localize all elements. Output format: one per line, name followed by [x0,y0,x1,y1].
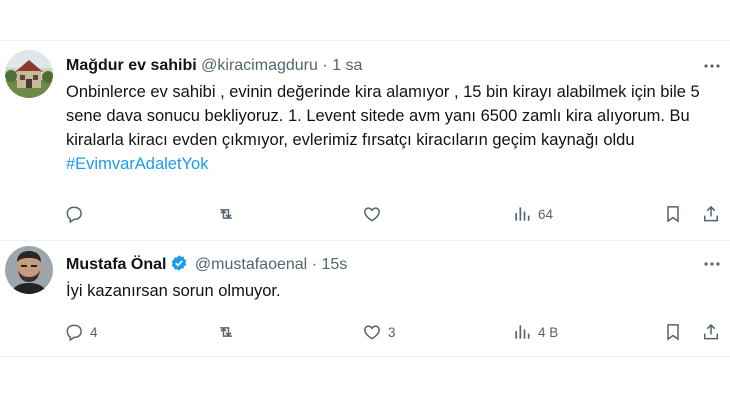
reply-icon [66,206,82,224]
verified-badge-icon [170,254,188,278]
views-icon [515,207,530,221]
more-icon[interactable] [702,56,722,76]
house-photo-avatar [5,50,53,98]
share-icon [704,205,718,222]
user-handle[interactable]: @mustafaoenal [195,256,307,273]
like-button[interactable] [362,202,388,226]
view-count: 4 B [538,324,559,340]
tweet-text: İyi kazanırsan sorun olmuyor. [66,279,716,303]
avatar[interactable] [5,246,53,294]
views-button[interactable]: 4 B [512,320,558,344]
bottom-separator [0,356,730,357]
bookmark-icon [667,206,679,223]
like-count: 3 [388,324,396,340]
separator-dot: · [322,57,328,74]
view-count: 64 [538,206,554,222]
display-name[interactable]: Mağdur ev sahibi [66,57,197,74]
reply-count: 4 [90,324,98,340]
retweet-button[interactable] [216,320,242,344]
user-handle[interactable]: @kiracimagduru [201,57,318,74]
action-bar: 64 [0,202,730,226]
bookmark-button[interactable] [663,320,683,344]
tweet-header: Mağdur ev sahibi @kiracimagduru · 1 sa [66,56,362,76]
share-button[interactable] [701,320,721,344]
share-icon [704,323,718,340]
tweet-text: Onbinlerce ev sahibi , evinin değerinde … [66,80,716,176]
retweet-icon [220,209,232,219]
hashtag-link[interactable]: #EvimvarAdaletYok [66,155,208,173]
tweet-mustafaoenal[interactable]: Mustafa Önal @mustafaoenal · 15s İyi kaz… [0,240,730,356]
bookmark-button[interactable] [663,202,683,226]
tweet-kiracimagduru[interactable]: Mağdur ev sahibi @kiracimagduru · 1 sa O… [0,40,730,240]
like-icon [364,207,380,222]
display-name[interactable]: Mustafa Önal [66,256,166,273]
bookmark-icon [667,324,679,341]
tweet-header: Mustafa Önal @mustafaoenal · 15s [66,254,347,278]
separator-dot: · [311,256,318,273]
avatar[interactable] [5,50,53,98]
share-button[interactable] [701,202,721,226]
like-button[interactable]: 3 [362,320,396,344]
retweet-icon [220,327,232,337]
action-bar: 4 3 4 B [0,320,730,344]
like-icon [364,325,380,340]
timestamp[interactable]: 1 sa [332,57,362,74]
reply-button[interactable]: 4 [64,320,98,344]
more-icon[interactable] [702,254,722,274]
person-photo-avatar [5,246,53,294]
tweet-text-content: İyi kazanırsan sorun olmuyor. [66,282,281,300]
views-icon [515,325,530,339]
timestamp[interactable]: 15s [321,256,347,273]
tweet-text-content: Onbinlerce ev sahibi , evinin değerinde … [66,83,700,149]
views-button[interactable]: 64 [512,202,553,226]
reply-icon [66,324,82,342]
retweet-button[interactable] [216,202,242,226]
reply-button[interactable] [64,202,90,226]
